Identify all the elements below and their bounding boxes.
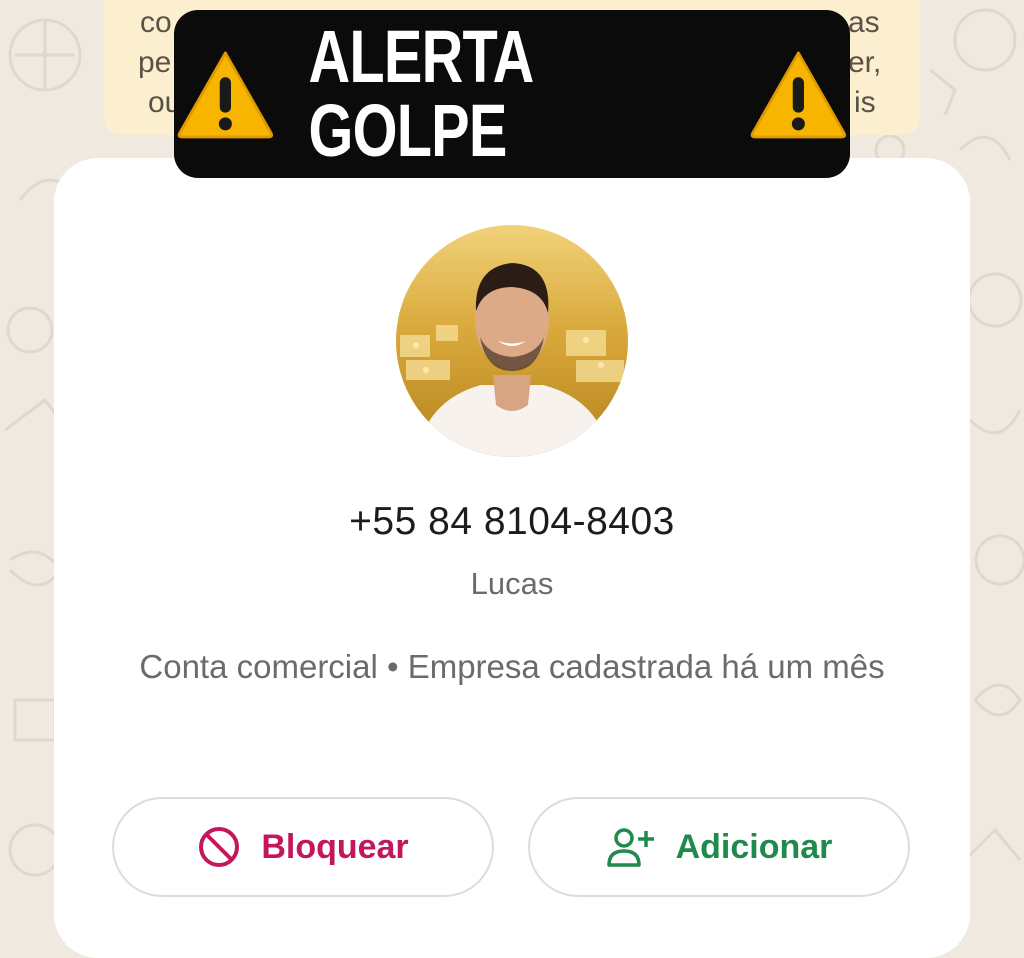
notice-fragment: pe <box>138 46 172 79</box>
notice-fragment: co <box>140 6 172 39</box>
profile-avatar[interactable] <box>396 225 628 457</box>
contact-name: Lucas <box>470 566 554 601</box>
block-button-label: Bloquear <box>261 827 409 866</box>
notice-fragment: er, <box>848 46 882 79</box>
block-button[interactable]: Bloquear <box>112 797 494 897</box>
add-contact-button[interactable]: Adicionar <box>528 797 910 897</box>
alert-title: ALERTA GOLPE <box>308 15 532 172</box>
block-icon <box>199 827 240 867</box>
notice-fragment: as <box>848 6 880 39</box>
notice-fragment: is <box>854 86 876 119</box>
warning-icon <box>750 51 847 139</box>
business-account-info: Conta comercial • Empresa cadastrada há … <box>139 648 885 685</box>
scam-alert-banner: ALERTA GOLPE <box>174 10 850 178</box>
contact-phone: +55 84 8104-8403 <box>349 500 675 543</box>
add-person-icon <box>606 828 654 867</box>
add-button-label: Adicionar <box>675 827 833 866</box>
warning-icon <box>177 51 274 139</box>
